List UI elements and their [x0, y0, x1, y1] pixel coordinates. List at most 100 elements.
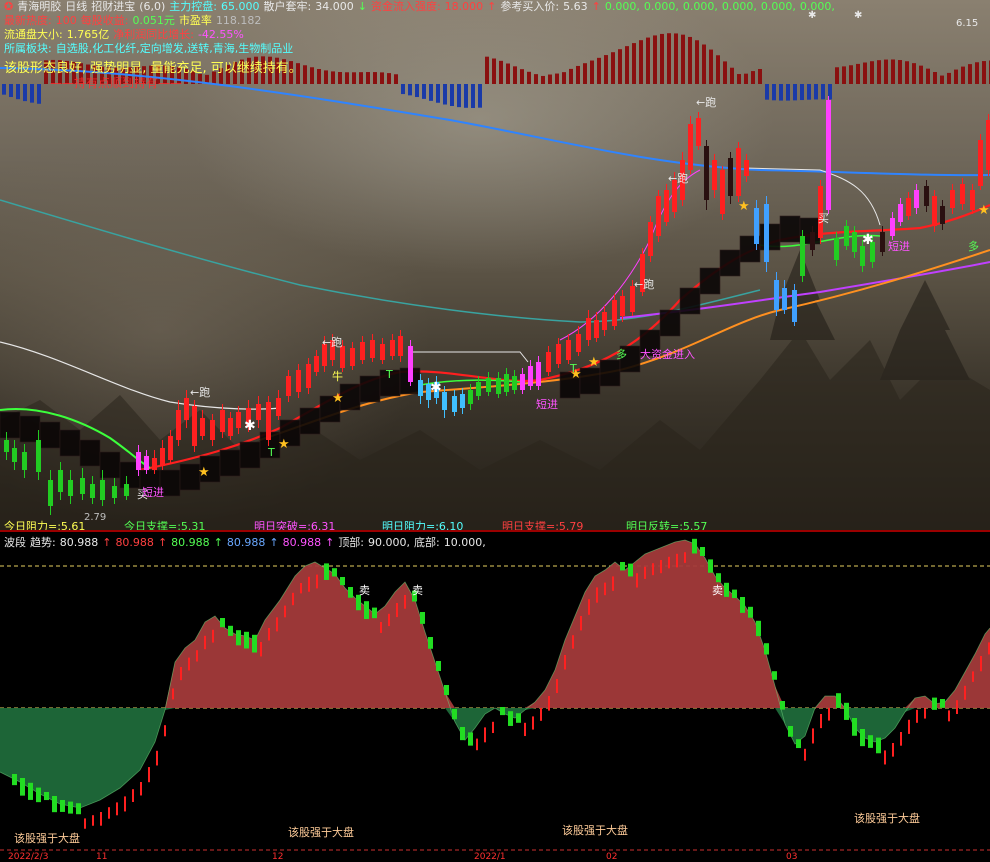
run-label: ←跑: [634, 276, 654, 292]
ribbon-step: [720, 250, 740, 276]
signal-bar: [124, 796, 126, 811]
header-row-4: 所属板块: 自选股,化工化纤,定向增发,送转,青海,生物制品业: [4, 42, 297, 56]
oscillator-bar: [800, 84, 804, 100]
candle-body: [460, 394, 465, 408]
ref-buy-label: 参考买入价:: [500, 0, 559, 13]
candle-body: [90, 484, 95, 498]
date-tick: 2022/1: [474, 852, 506, 862]
signal-bar: [324, 563, 329, 580]
oscillator-bar: [366, 72, 370, 84]
oscillator-bar: [863, 63, 867, 84]
ribbon-step: [700, 268, 720, 294]
signal-bar: [900, 732, 902, 746]
candle-body: [22, 452, 27, 470]
oscillator-bar: [338, 72, 342, 84]
main-price-chart[interactable]: ★ ★ ★ ★ ★ ★ ★ ✱ ✱ ✱ ✪ 青海明胶 日线 招财进宝 (6,0) 主力控盘…: [0, 0, 990, 530]
signal-bar: [380, 622, 382, 633]
pe-value: 118.182: [216, 14, 262, 27]
signal-bar: [916, 710, 918, 723]
signal-bar: [508, 711, 513, 726]
bull-label: 牛: [332, 368, 343, 384]
zero-value: 0.000,: [722, 0, 757, 13]
candle-body: [486, 378, 491, 392]
candle-body: [236, 412, 241, 428]
signal-bar: [172, 688, 174, 699]
float-cap-label: 流通盘大小:: [4, 28, 63, 41]
analysis-comment-2: ——持有点顺到持有——: [50, 74, 182, 91]
oscillator-bar: [898, 60, 902, 84]
oscillator-bar: [618, 49, 622, 84]
candle-body: [276, 398, 281, 416]
signal-bar: [492, 722, 494, 733]
candle-body: [12, 448, 17, 462]
candle-body: [924, 186, 929, 206]
eps-label: 每股收益:: [81, 14, 129, 27]
eps-value: 0.051元: [132, 14, 175, 27]
red-area: [0, 540, 990, 708]
candle-body: [940, 206, 945, 224]
candle-body: [594, 320, 599, 338]
up-arrow-icon: ↑: [102, 536, 111, 549]
signal-bar: [28, 783, 33, 800]
candle-body: [754, 208, 759, 244]
oscillator-bar: [443, 84, 447, 105]
ribbon-step: [760, 224, 780, 250]
bottom-label: 底部:: [414, 536, 440, 549]
oscillator-bar: [723, 61, 727, 84]
hot-label: 最新热度:: [4, 14, 52, 27]
oscillator-bar: [590, 61, 594, 84]
candle-body: [970, 190, 975, 210]
up-arrow-icon: ↑: [214, 536, 223, 549]
candle-body: [370, 340, 375, 358]
oscillator-bar: [982, 61, 986, 84]
signal-bar: [500, 707, 505, 715]
signal-bar: [60, 800, 65, 812]
signal-bar: [484, 727, 486, 742]
star-icon: ★: [278, 437, 290, 452]
oscillator-bar: [744, 74, 748, 84]
candle-body: [728, 158, 733, 196]
candle-body: [468, 390, 473, 404]
oscillator-bar: [2, 84, 6, 95]
zero-value: 0.000,: [761, 0, 796, 13]
candle-body: [792, 290, 797, 322]
candle-body: [48, 480, 53, 506]
candle-body: [586, 318, 591, 340]
stock-name[interactable]: 青海明胶: [17, 0, 61, 13]
signal-bar: [388, 614, 390, 626]
oscillator-bar: [373, 72, 377, 84]
candle-body: [512, 376, 517, 390]
green-area: [0, 708, 990, 808]
indicator-name[interactable]: 招财进宝: [91, 0, 135, 13]
white-ma-line: [0, 342, 280, 409]
sell-label: 卖: [712, 582, 723, 598]
candle-body: [306, 364, 311, 388]
signal-bar: [268, 628, 270, 640]
candle-body: [184, 398, 189, 420]
candle-body: [664, 190, 669, 222]
wave-oscillator-panel[interactable]: 波段 趋势: 80.988 ↑ 80.988 ↑ 80.988 ↑ 80.988 ↑ 80.988 ↑…: [0, 532, 990, 862]
t-mark-label: T: [268, 446, 275, 459]
signal-bar: [596, 587, 598, 602]
ribbon-step: [780, 216, 800, 242]
date-tick: 11: [96, 852, 107, 862]
asterisk-icon: ✱: [430, 380, 442, 396]
oscillator-bar: [492, 59, 496, 84]
tomorrow-reverse: 明日反转=:5.57: [626, 518, 707, 530]
star-icon: ★: [978, 203, 990, 218]
signal-bar: [92, 815, 94, 826]
oscillator-bar: [520, 69, 524, 84]
oscillator-bar: [968, 64, 972, 84]
oscillator-bar: [625, 46, 629, 84]
oscillator-bar: [9, 84, 13, 97]
star-icon: ★: [332, 391, 344, 406]
period-label[interactable]: 日线: [65, 0, 87, 13]
oscillator-bar: [884, 60, 888, 84]
signal-bar: [132, 789, 134, 802]
signal-bar: [652, 563, 654, 575]
main-control-value: 65.000: [221, 0, 260, 13]
candle-body: [176, 410, 181, 440]
oscillator-bar: [380, 72, 384, 84]
candle-body: [736, 148, 741, 196]
signal-bar: [236, 630, 241, 645]
